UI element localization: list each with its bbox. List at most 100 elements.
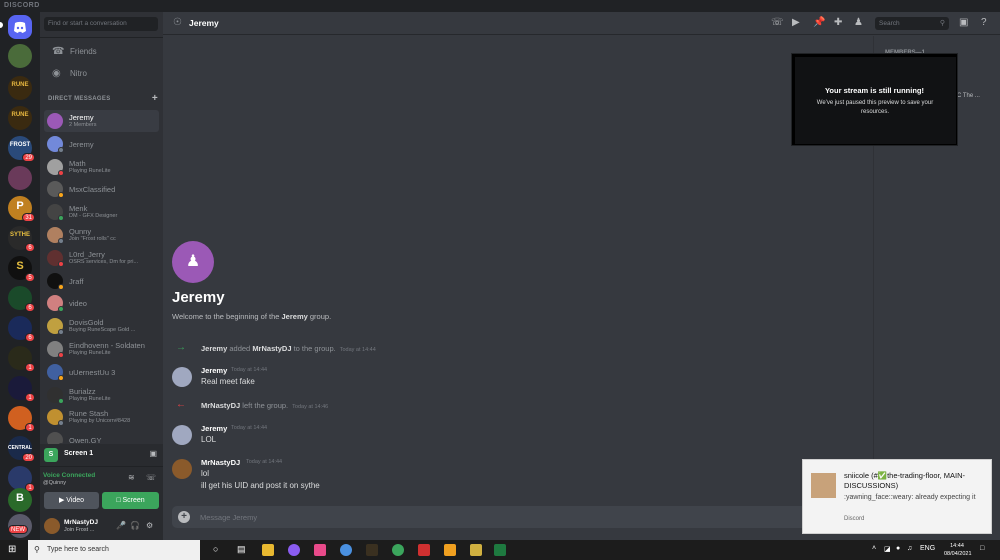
disconnect-icon[interactable]: ☏	[146, 473, 156, 482]
home-button[interactable]	[8, 15, 32, 39]
network-icon[interactable]: ◪	[884, 545, 891, 553]
author-avatar[interactable]	[172, 459, 192, 479]
user-avatar[interactable]	[44, 518, 60, 534]
dm-item[interactable]: video	[44, 292, 159, 314]
dm-item[interactable]: Math Playing RuneLite	[44, 156, 159, 178]
app-icon-7[interactable]	[418, 544, 430, 556]
server-icon-16[interactable]: 1	[8, 466, 35, 492]
server-icon-runestash-2[interactable]: RUNE	[8, 106, 32, 130]
dm-activity: Playing by Unicorn#8428	[69, 418, 131, 425]
screen-share-panel[interactable]: S Screen 1 ▣	[40, 444, 163, 466]
app-icon-9[interactable]	[470, 544, 482, 556]
server-icon-1[interactable]	[8, 44, 32, 68]
add-friends-icon[interactable]: ✚	[834, 17, 842, 28]
arrow-right-icon: →	[176, 342, 186, 353]
nav-nitro-label: Nitro	[70, 69, 87, 78]
voice-call-icon[interactable]: ☏	[771, 17, 784, 28]
author-avatar[interactable]	[172, 425, 192, 445]
dm-item[interactable]: Menk DM - GFX Designer	[44, 201, 159, 223]
server-icon-frost[interactable]: FROST 29	[8, 136, 35, 162]
message-author[interactable]: Jeremy	[201, 424, 227, 433]
dm-item[interactable]: uUernestUu 3	[44, 361, 159, 383]
screen-share-icon: S	[44, 448, 58, 462]
message-author[interactable]: Jeremy	[201, 366, 227, 375]
message-author[interactable]: MrNastyDJ	[201, 458, 240, 467]
settings-gear-icon[interactable]: ⚙	[146, 521, 153, 530]
dm-item[interactable]: Rune Stash Playing by Unicorn#8428	[44, 406, 159, 428]
sys-actor[interactable]: MrNastyDJ	[201, 401, 240, 410]
dm-item[interactable]: Qunny Join "Frost rolls" cc	[44, 224, 159, 246]
sys-target[interactable]: MrNastyDJ	[252, 344, 291, 353]
screen-button[interactable]: □ Screen	[102, 492, 159, 509]
taskbar-search[interactable]: ⚲ Type here to search	[28, 540, 200, 560]
upload-plus-icon[interactable]: +	[178, 511, 190, 523]
messenger-icon[interactable]	[288, 544, 300, 556]
language-indicator[interactable]: ENG	[920, 545, 935, 552]
divider	[40, 37, 163, 38]
file-explorer-icon[interactable]	[262, 544, 274, 556]
server-icon-11[interactable]: 6	[8, 316, 35, 342]
notifications-icon[interactable]: □	[980, 545, 984, 552]
dm-name: Burialzz	[69, 386, 96, 396]
server-icon-new[interactable]: NEW	[8, 514, 32, 538]
dm-item[interactable]: Eindhovenn - Soldaten Playing RuneLite	[44, 338, 159, 360]
nav-nitro[interactable]: ◉ Nitro	[44, 65, 159, 83]
headphones-icon[interactable]: 🎧	[130, 521, 140, 530]
server-icon-6[interactable]	[8, 166, 32, 190]
unread-badge: 5	[25, 273, 35, 282]
message-text: Real meet fake	[201, 377, 255, 386]
dm-item[interactable]: MsxClassified	[44, 178, 159, 200]
nitro-icon: ◉	[52, 68, 61, 79]
clock[interactable]: 14:44 08/04/2021	[944, 542, 972, 558]
user-status: Join Frost ...	[64, 527, 95, 533]
tray-chevron-icon[interactable]: ˄	[872, 545, 876, 552]
server-icon-p[interactable]: P 31	[8, 196, 35, 222]
app-icon-3[interactable]	[314, 544, 326, 556]
server-icon-10[interactable]: 6	[8, 286, 35, 312]
nav-friends[interactable]: ☎ Friends	[44, 43, 159, 61]
create-dm-plus-icon[interactable]: +	[152, 93, 158, 104]
server-icon-14[interactable]: 1	[8, 406, 35, 432]
dm-name: Rune Stash	[69, 409, 109, 419]
server-icon-12[interactable]: 1	[8, 346, 35, 372]
author-avatar[interactable]	[172, 367, 192, 387]
conversation-search-input[interactable]: Find or start a conversation	[44, 17, 158, 31]
message-composer[interactable]: + Message Jeremy	[172, 506, 864, 528]
server-icon-s[interactable]: S5	[8, 256, 35, 282]
task-view-icon[interactable]: ▤	[237, 544, 246, 555]
server-icon-13[interactable]: 1	[8, 376, 35, 402]
dm-item[interactable]: Jraff	[44, 270, 159, 292]
runelite-icon[interactable]	[366, 544, 378, 556]
video-call-icon[interactable]: ▶	[792, 17, 800, 28]
server-icon-sythe[interactable]: SYTHE 6	[8, 226, 35, 252]
notification-toast[interactable]: sniicole (#✅the-trading-floor, MAIN-DISC…	[802, 459, 992, 534]
popout-icon[interactable]: ▣	[149, 449, 157, 458]
volume-icon[interactable]: ♫	[907, 545, 912, 552]
dm-item[interactable]: Burialzz Playing RuneLite	[44, 384, 159, 406]
windows-start-icon[interactable]: ⊞	[8, 544, 16, 555]
inbox-icon[interactable]: ▣	[959, 17, 968, 28]
app-icon-8[interactable]	[444, 544, 456, 556]
dm-item[interactable]: L0rd_Jerry OSRS services, Dm for pri...	[44, 247, 159, 269]
video-button[interactable]: ▶ Video	[44, 492, 99, 509]
dm-item[interactable]: Jeremy 2 Members	[44, 110, 159, 132]
voice-channel[interactable]: @Quinny	[43, 480, 66, 486]
excel-icon[interactable]	[494, 544, 506, 556]
whatsapp-icon[interactable]	[392, 544, 404, 556]
pinned-messages-icon[interactable]: 📌	[813, 17, 825, 28]
chrome-icon[interactable]	[340, 544, 352, 556]
help-icon[interactable]: ?	[981, 17, 987, 28]
member-list-icon[interactable]: ♟	[854, 17, 863, 28]
server-icon-runestash-1[interactable]: RUNE	[8, 76, 32, 100]
mic-tray-icon[interactable]: ●	[896, 545, 900, 552]
server-icon-central[interactable]: CENTRAL 20	[8, 436, 35, 462]
dm-item[interactable]: DovisGold Buying RuneScape Gold ...	[44, 315, 159, 337]
dm-item[interactable]: Jeremy	[44, 133, 159, 155]
sys-actor[interactable]: Jeremy	[201, 344, 227, 353]
mic-icon[interactable]: 🎤	[116, 521, 126, 530]
cortana-icon[interactable]: ○	[213, 544, 218, 554]
chat-search-input[interactable]: Search ⚲	[875, 17, 949, 30]
stream-preview[interactable]: Your stream is still running! We've just…	[791, 53, 958, 146]
noise-suppression-icon[interactable]: ≋	[128, 473, 135, 482]
server-icon-b[interactable]: B	[8, 488, 32, 512]
